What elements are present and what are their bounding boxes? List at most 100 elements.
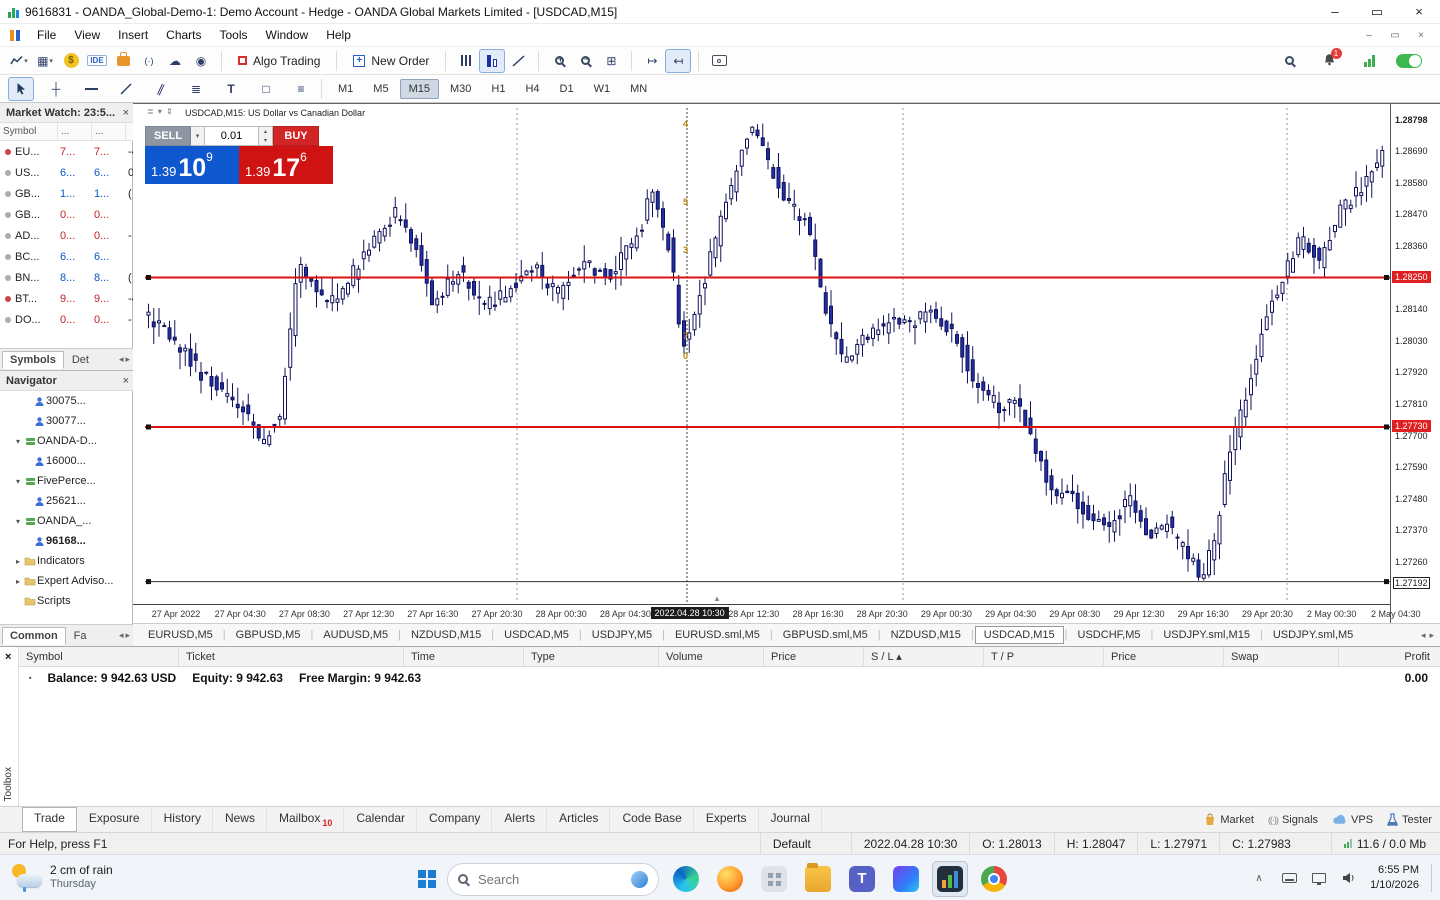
tree-caret-icon[interactable]: ▸ [13,557,23,566]
menu-insert[interactable]: Insert [109,26,157,44]
taskbar-app-mt5[interactable] [932,861,968,897]
zoom-in-icon[interactable]: + [546,49,572,73]
toolbox-column-type[interactable]: Type [524,647,659,666]
navigator-item-30075[interactable]: 30075... [0,391,133,411]
linechart-mode-icon[interactable] [505,49,531,73]
navigator-item-scripts[interactable]: Scripts [0,591,133,611]
lot-increase-icon[interactable]: ▴ [259,127,272,136]
market-watch-row[interactable]: EU...7...7...-4 [0,141,133,162]
remote-agent-icon[interactable]: (·) [136,49,162,73]
chart-tab-audusdm5[interactable]: AUDUSD,M5 [314,626,397,644]
chart-tab-gbpusdm5[interactable]: GBPUSD,M5 [227,626,310,644]
fibonacci-icon[interactable]: ≣ [183,77,209,101]
menu-window[interactable]: Window [257,26,318,44]
timeframe-mn[interactable]: MN [621,79,656,99]
trendline-icon[interactable] [113,77,139,101]
taskbar-app-photos[interactable] [888,861,924,897]
timeframe-d1[interactable]: D1 [551,79,583,99]
cloud-icon[interactable]: ☁ [162,49,188,73]
chart-tabs-scroll-right-icon[interactable]: ▸ [1429,630,1434,641]
navigator-item-expertadviso[interactable]: ▸ Expert Adviso... [0,571,133,591]
close-button[interactable]: × [1398,0,1440,24]
navigator-item-30077[interactable]: 30077... [0,411,133,431]
shapes-icon[interactable]: □ [253,77,279,101]
timeframe-m1[interactable]: M1 [329,79,362,99]
chart-tab-eurusdm5[interactable]: EURUSD,M5 [139,626,222,644]
mw-column-header[interactable]: ... [92,123,126,140]
keyboard-icon[interactable] [1280,873,1298,883]
toolbox-column-price[interactable]: Price [1104,647,1224,666]
buy-price-box[interactable]: 1.39 17 6 [239,146,333,184]
toolbox-column-tp[interactable]: T / P [984,647,1104,666]
ide-icon[interactable]: IDE [84,49,110,73]
navigator-tab-common[interactable]: Common [2,626,66,645]
tester-button[interactable]: Tester [1387,813,1432,826]
timeframe-m15[interactable]: M15 [399,78,439,99]
market-button[interactable]: Market [1204,813,1254,826]
toolbox-column-ticket[interactable]: Ticket [179,647,404,666]
toolbox-tab-experts[interactable]: Experts [694,807,759,832]
chart-close-button[interactable]: × [1408,30,1434,41]
start-button[interactable] [418,870,436,888]
menu-help[interactable]: Help [317,26,360,44]
mw-column-header[interactable]: ... [58,123,92,140]
screenshot-camera-icon[interactable] [706,49,732,73]
chart-shift-icon[interactable]: ↦ [639,49,665,73]
bars-mode-icon[interactable] [453,49,479,73]
minimize-button[interactable]: – [1314,0,1356,24]
taskbar-app-explorer[interactable] [800,861,836,897]
taskbar-clock[interactable]: 6:55 PM 1/10/2026 [1370,863,1419,893]
channel-icon[interactable]: ∥ [148,77,174,101]
vps-button[interactable]: VPS [1332,814,1373,826]
menu-tools[interactable]: Tools [211,26,257,44]
toolbox-tab-exposure[interactable]: Exposure [77,807,152,832]
window-tiles-icon[interactable]: ⊞ [598,49,624,73]
chart-tab-usdjpysmlm5[interactable]: USDJPY.sml,M5 [1264,626,1362,644]
toolbox-tab-history[interactable]: History [152,807,213,832]
menu-view[interactable]: View [65,26,109,44]
timeframe-m30[interactable]: M30 [441,79,480,99]
candles-mode-icon[interactable] [479,48,506,73]
taskbar-app-teams[interactable]: T [844,861,880,897]
search-icon[interactable] [1276,49,1302,73]
tab-scroll-left-icon[interactable]: ◂ [119,354,124,365]
chart-tab-usdjpysmlm15[interactable]: USDJPY.sml,M15 [1154,626,1259,644]
toolbox-column-sl[interactable]: S / L ▴ [864,647,984,666]
zoom-out-icon[interactable]: − [572,49,598,73]
market-watch-row[interactable]: GB... 0... 0... [0,204,133,225]
navigator-item-96168[interactable]: 96168... [0,531,133,551]
market-watch-row[interactable]: AD... 0... 0... - [0,225,133,246]
toolbox-tab-calendar[interactable]: Calendar [344,807,418,832]
price-axis[interactable]: 1.28798 1.28690 1.28580 1.28470 1.28360 1.281… [1390,104,1440,624]
sell-button[interactable]: SELL [145,126,191,146]
title-bar[interactable]: 9616831 - OANDA_Global-Demo-1: Demo Acco… [0,0,1440,24]
market-watch-tab-symbols[interactable]: Symbols [2,350,64,369]
chart-tab-nzdusdm15[interactable]: NZDUSD,M15 [882,626,970,644]
market-watch-row[interactable]: BC... 6... 6... [0,246,133,267]
algo-trading-button[interactable]: Algo Trading [229,49,329,73]
toolbox-tab-journal[interactable]: Journal [759,807,822,832]
toolbox-column-symbol[interactable]: Symbol [19,647,179,666]
toolbox-tab-alerts[interactable]: Alerts [492,807,548,832]
toolbox-tab-articles[interactable]: Articles [547,807,611,832]
market-watch-row[interactable]: US... 6... 6... 0 [0,162,133,183]
navigator-item-25621[interactable]: 25621... [0,491,133,511]
chart-minimize-button[interactable]: – [1356,30,1382,41]
toolbox-tab-company[interactable]: Company [417,807,493,832]
timeframe-w1[interactable]: W1 [585,79,620,99]
menu-file[interactable]: File [28,26,65,44]
signals-button[interactable]: ((·)) Signals [1268,814,1318,826]
taskbar-search[interactable] [447,862,659,896]
navigator-close-icon[interactable]: × [123,375,129,387]
chart-tab-usdjpym5[interactable]: USDJPY,M5 [583,626,661,644]
navigator-item-indicators[interactable]: ▸ Indicators [0,551,133,571]
search-input[interactable] [476,870,623,888]
buy-button[interactable]: BUY [273,126,319,146]
chart-tab-usdchfm5[interactable]: USDCHF,M5 [1069,626,1150,644]
menu-charts[interactable]: Charts [157,26,210,44]
chevron-up-icon[interactable]: ∧ [1250,873,1268,884]
toolbox-column-profit[interactable]: Profit [1339,647,1440,666]
lot-decrease-icon[interactable]: ▾ [259,136,272,145]
tab-scroll-right-icon[interactable]: ▸ [125,354,130,365]
dollar-icon[interactable]: $ [58,49,84,73]
